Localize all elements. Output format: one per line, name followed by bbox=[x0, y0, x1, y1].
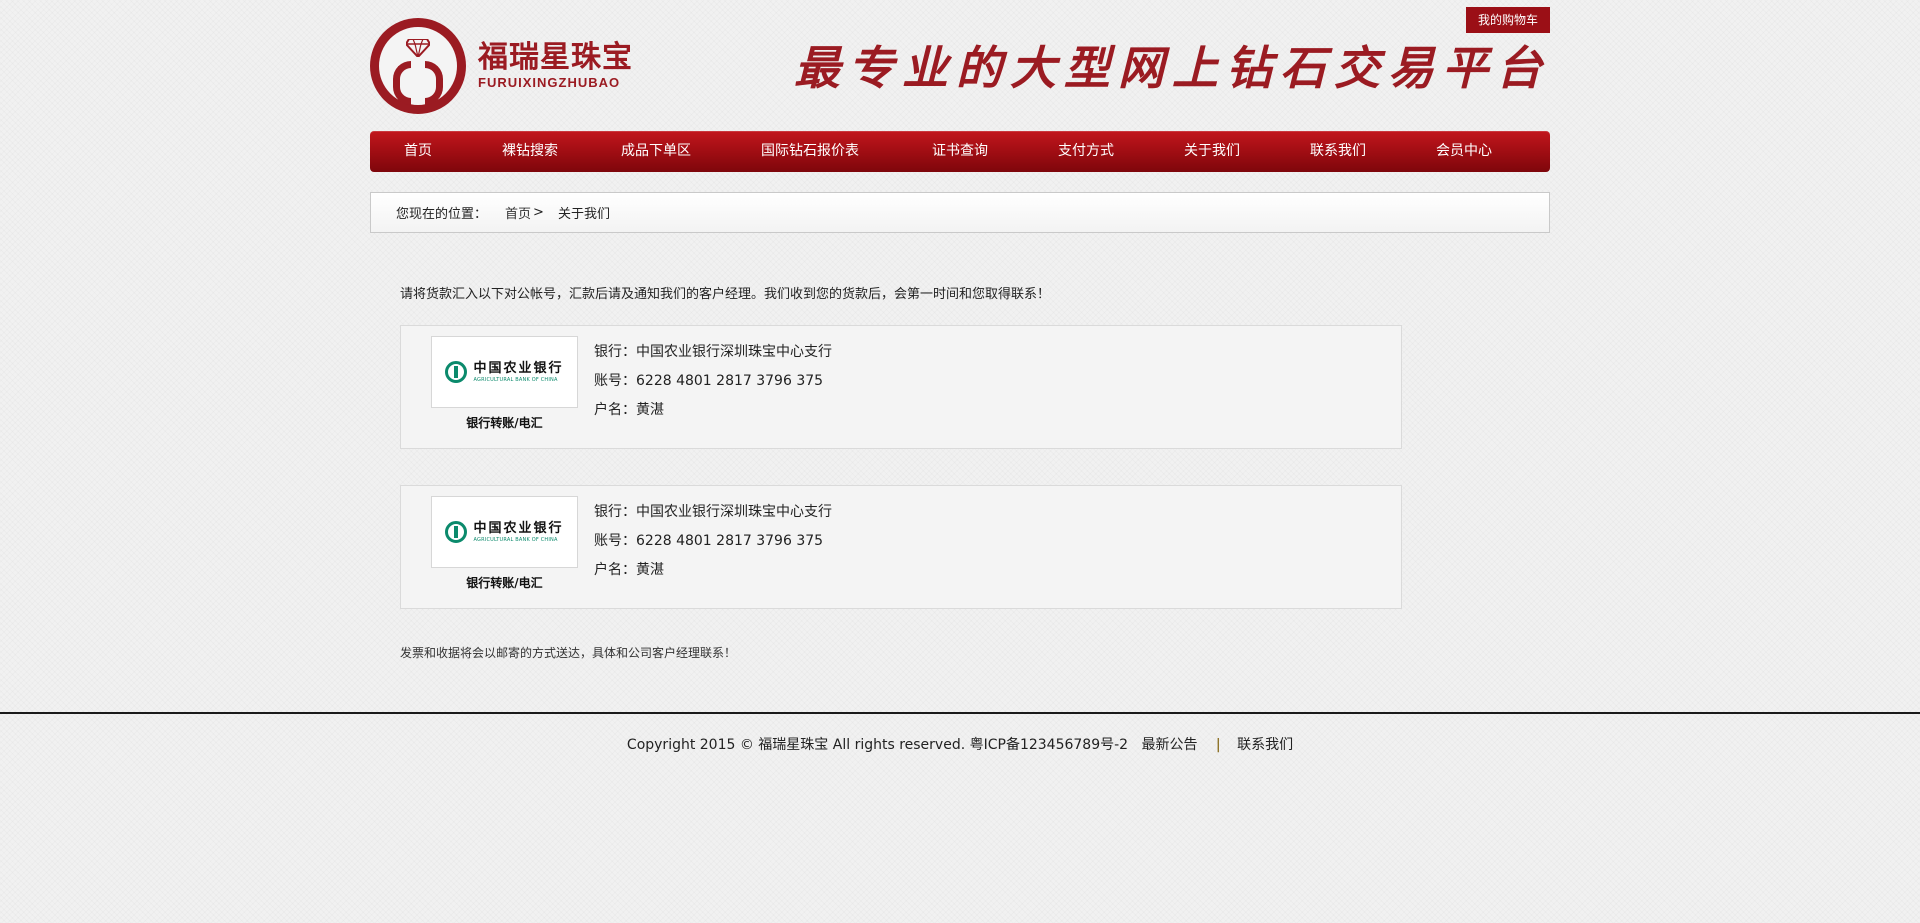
bank-account-line: 账号：6228 4801 2817 3796 375 bbox=[594, 373, 824, 389]
footer-contact-link[interactable]: 联系我们 bbox=[1237, 737, 1293, 753]
logo-stem-left bbox=[393, 61, 411, 105]
breadcrumb-home-link[interactable]: 首页 bbox=[505, 203, 531, 222]
shopping-cart-button[interactable]: 我的购物车 bbox=[1465, 7, 1550, 33]
abc-bank-icon bbox=[445, 521, 468, 543]
diamond-icon bbox=[406, 39, 430, 57]
bank-logo[interactable]: 中国农业银行 AGRICULTURAL BANK OF CHINA bbox=[431, 496, 578, 568]
footer: Copyright 2015 © 福瑞星珠宝 All rights reserv… bbox=[0, 712, 1920, 923]
nav-item-about-us[interactable]: 关于我们 bbox=[1154, 131, 1270, 172]
site-logo[interactable]: 福瑞星珠宝 FURUIXINGZHUBAO bbox=[370, 18, 633, 114]
bank-caption: 银行转账/电汇 bbox=[466, 576, 543, 590]
footer-copyright: Copyright 2015 © 福瑞星珠宝 All rights reserv… bbox=[626, 737, 1129, 753]
logo-pinyin-name: FURUIXINGZHUBAO bbox=[478, 75, 621, 90]
main-nav: 首页 裸钻搜索 成品下单区 国际钻石报价表 证书查询 支付方式 关于我们 联系我… bbox=[370, 131, 1550, 172]
bank-info: 银行：中国农业银行深圳珠宝中心支行 账号：6228 4801 2817 3796… bbox=[594, 338, 832, 425]
nav-item-home[interactable]: 首页 bbox=[370, 131, 466, 172]
abc-bank-icon bbox=[445, 361, 468, 383]
bank-logo[interactable]: 中国农业银行 AGRICULTURAL BANK OF CHINA bbox=[431, 336, 578, 408]
footer-separator: | bbox=[1215, 737, 1221, 753]
bank-logo-chinese: 中国农业银行 bbox=[473, 360, 564, 376]
nav-item-member-center[interactable]: 会员中心 bbox=[1406, 131, 1522, 172]
breadcrumb-label: 您现在的位置： bbox=[396, 207, 488, 222]
logo-mark-icon bbox=[370, 18, 466, 114]
nav-item-certificate-query[interactable]: 证书查询 bbox=[902, 131, 1018, 172]
logo-chinese-name: 福瑞星珠宝 bbox=[478, 40, 633, 75]
logo-text: 福瑞星珠宝 FURUIXINGZHUBAO bbox=[478, 41, 633, 91]
page-container: 福瑞星珠宝 FURUIXINGZHUBAO 我的购物车 最专业的大型网上钻石交易… bbox=[370, 0, 1550, 661]
bank-logo-english: AGRICULTURAL BANK OF CHINA bbox=[473, 536, 558, 543]
bank-account-card: 中国农业银行 AGRICULTURAL BANK OF CHINA 银行转账/电… bbox=[400, 325, 1402, 449]
bank-name-line: 银行：中国农业银行深圳珠宝中心支行 bbox=[594, 344, 832, 360]
main-content: 请将货款汇入以下对公帐号，汇款后请及通知我们的客户经理。我们收到您的货款后，会第… bbox=[370, 233, 1550, 661]
breadcrumb-separator: > bbox=[533, 205, 544, 220]
bank-logo-text: 中国农业银行 AGRICULTURAL BANK OF CHINA bbox=[473, 362, 563, 383]
footer-announcement-link[interactable]: 最新公告 bbox=[1141, 737, 1197, 753]
bank-account-line: 账号：6228 4801 2817 3796 375 bbox=[594, 533, 824, 549]
nav-item-payment-methods[interactable]: 支付方式 bbox=[1018, 131, 1154, 172]
bank-holder-line: 户名：黄湛 bbox=[594, 562, 664, 578]
bank-account-card: 中国农业银行 AGRICULTURAL BANK OF CHINA 银行转账/电… bbox=[400, 485, 1402, 609]
nav-item-contact-us[interactable]: 联系我们 bbox=[1270, 131, 1406, 172]
header: 福瑞星珠宝 FURUIXINGZHUBAO 我的购物车 最专业的大型网上钻石交易… bbox=[370, 0, 1550, 131]
bank-caption: 银行转账/电汇 bbox=[466, 416, 543, 430]
logo-stem-right bbox=[425, 61, 443, 105]
nav-item-diamond-search[interactable]: 裸钻搜索 bbox=[466, 131, 594, 172]
bank-name-line: 银行：中国农业银行深圳珠宝中心支行 bbox=[594, 504, 832, 520]
bank-logo-chinese: 中国农业银行 bbox=[473, 520, 564, 536]
bank-logo-text: 中国农业银行 AGRICULTURAL BANK OF CHINA bbox=[473, 522, 563, 543]
payment-intro: 请将货款汇入以下对公帐号，汇款后请及通知我们的客户经理。我们收到您的货款后，会第… bbox=[400, 287, 1051, 302]
invoice-note: 发票和收据将会以邮寄的方式送达，具体和公司客户经理联系！ bbox=[400, 646, 737, 660]
bank-logo-english: AGRICULTURAL BANK OF CHINA bbox=[473, 376, 558, 383]
footer-text: Copyright 2015 © 福瑞星珠宝 All rights reserv… bbox=[0, 734, 1920, 754]
nav-item-price-list[interactable]: 国际钻石报价表 bbox=[718, 131, 902, 172]
breadcrumb: 您现在的位置： 首页 > 关于我们 bbox=[370, 192, 1550, 233]
nav-item-product-order[interactable]: 成品下单区 bbox=[594, 131, 718, 172]
site-slogan: 最专业的大型网上钻石交易平台 bbox=[794, 41, 1550, 95]
breadcrumb-current: 关于我们 bbox=[557, 207, 610, 222]
bank-info: 银行：中国农业银行深圳珠宝中心支行 账号：6228 4801 2817 3796… bbox=[594, 498, 832, 585]
bank-holder-line: 户名：黄湛 bbox=[594, 402, 664, 418]
